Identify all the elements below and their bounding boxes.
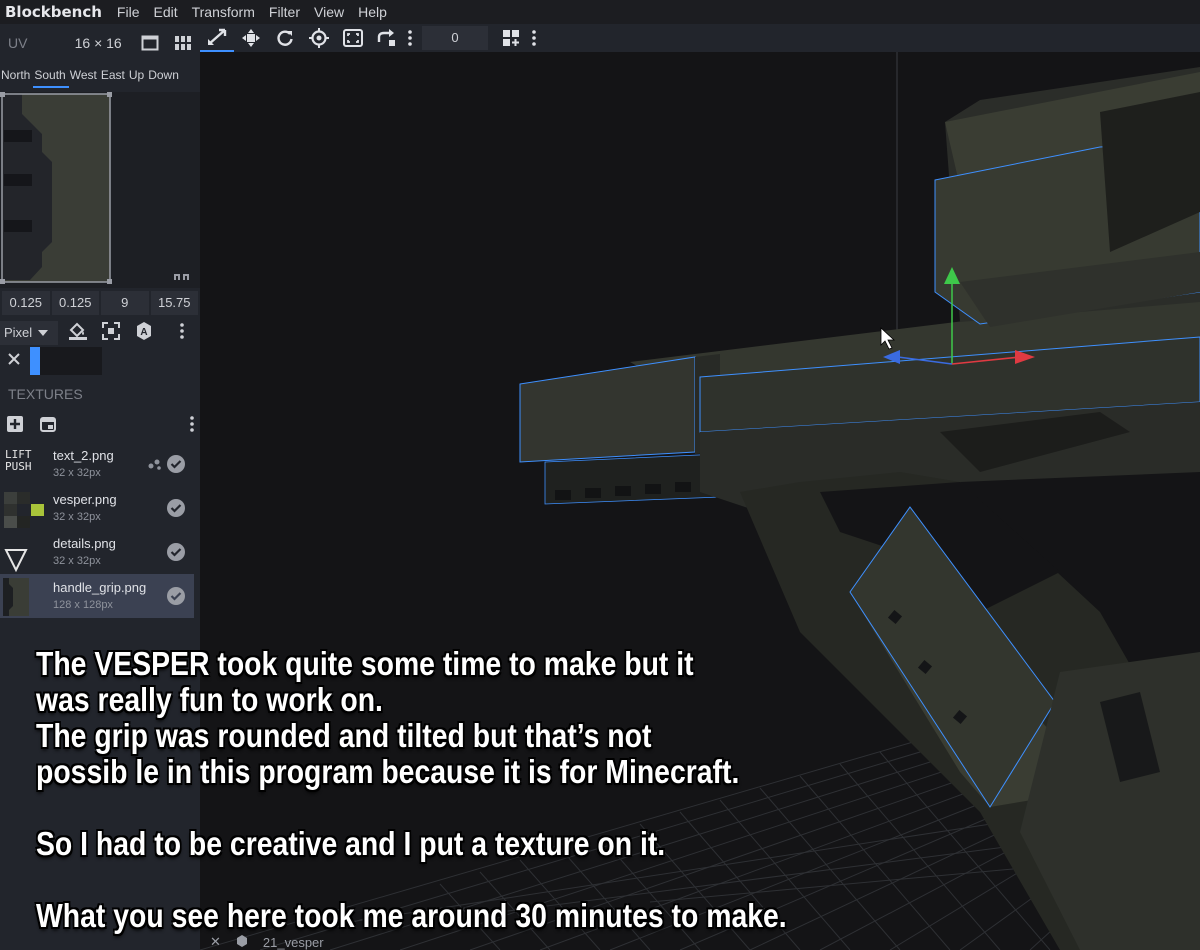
face-tabs: North South West East Up Down [0,66,200,88]
uv-size-label: 16 × 16 [74,35,122,51]
texture-thumbnail [4,549,28,572]
texture-list: LIFT PUSH text_2.png 32 x 32px vesper.png… [0,442,200,618]
caption-line: The grip was rounded and tilted but that… [36,717,652,754]
resize-tool-button[interactable] [336,24,370,52]
texture-thumbnail [4,492,44,528]
resize-icon [343,29,363,47]
translate-tool-button[interactable] [234,24,268,52]
caption-overlay: The VESPER took quite some time to make … [36,646,1154,934]
model-icon [236,935,247,950]
menu-file[interactable]: File [110,4,147,20]
fill-bucket-icon[interactable] [68,322,88,345]
app-logo: Blockbench [5,3,102,21]
texture-thumbnail: LIFTPUSH [5,448,32,473]
texture-item-text-2[interactable]: LIFT PUSH text_2.png 32 x 32px [0,442,194,486]
close-tab-icon[interactable]: ✕ [210,934,221,950]
active-color-swatch[interactable] [30,347,40,375]
uv-title: UV [8,35,28,51]
tab-west[interactable]: West [69,66,100,88]
texture-name: text_2.png [53,448,114,463]
texture-dims: 32 x 32px [53,467,101,479]
viewport-toolbar: 0 [200,24,1200,52]
uv-header: UV 16 × 16 [0,24,200,62]
vertex-snap-button[interactable] [370,24,404,52]
menu-help[interactable]: Help [351,4,394,20]
menu-bar: Blockbench File Edit Transform Filter Vi… [0,0,1200,24]
tab-south[interactable]: South [33,66,69,88]
layout-button[interactable] [494,24,528,52]
tab-east[interactable]: East [100,66,128,88]
add-texture-icon[interactable] [6,415,24,438]
caption-line: The VESPER took quite some time to make … [36,645,694,682]
uv-x-input[interactable]: 0.125 [2,291,50,315]
transform-value-input[interactable]: 0 [422,26,488,50]
menu-edit[interactable]: Edit [146,4,184,20]
model-tab-name[interactable]: 21_vesper [263,935,324,950]
rotate-tool-button[interactable] [268,24,302,52]
caption-line: was really fun to work on. [36,681,383,718]
viewport-options-icon[interactable] [528,30,540,46]
color-row [0,346,200,376]
check-circle-icon[interactable] [166,454,186,479]
uv-editor-canvas[interactable] [0,92,200,288]
texture-dims: 128 x 128px [53,599,113,611]
texture-dims: 32 x 32px [53,511,101,523]
texture-item-handle-grip[interactable]: handle_grip.png 128 x 128px [0,574,194,618]
fullscreen-icon[interactable] [133,35,166,51]
arrows-icon [242,29,260,47]
move-tool-button[interactable] [200,24,234,52]
more-options-icon[interactable] [180,322,184,344]
uv-height-input[interactable]: 15.75 [150,291,198,315]
uv-width-input[interactable]: 9 [101,291,149,315]
check-circle-icon[interactable] [166,586,186,611]
tab-north[interactable]: North [0,66,33,88]
pivot-tool-button[interactable] [302,24,336,52]
paint-mode-value: Pixel [4,325,33,340]
pivot-icon [309,28,329,48]
grid-icon[interactable] [167,36,200,50]
svg-text:PUSH: PUSH [5,460,32,473]
check-circle-icon[interactable] [166,542,186,567]
close-icon[interactable] [8,352,20,370]
menu-filter[interactable]: Filter [262,4,307,20]
color-picker[interactable] [30,347,102,375]
layout-icon [503,30,519,46]
check-circle-icon[interactable] [166,498,186,523]
uv-values: 0.125 0.125 9 15.75 [2,291,198,315]
paint-mode-select[interactable]: Pixel [0,321,58,345]
texture-name: handle_grip.png [53,580,147,595]
texture-name: details.png [53,536,116,551]
texture-thumbnail [3,578,29,616]
caption-line: What you see here took me around 30 minu… [36,897,787,934]
menu-view[interactable]: View [307,4,351,20]
resize-icon[interactable] [102,321,120,345]
texture-item-details[interactable]: details.png 32 x 32px [0,530,194,574]
paint-toolbar: Pixel A [0,320,200,346]
texture-menu-icon[interactable] [190,415,194,437]
textures-toolbar [0,414,200,438]
caption-line: possib le in this program because it is … [36,753,740,790]
uv-y-input[interactable]: 0.125 [51,291,99,315]
particle-icon[interactable] [148,457,162,475]
chevron-down-icon [38,330,49,336]
import-texture-icon[interactable] [40,416,56,437]
texture-dims: 32 x 32px [53,555,101,567]
caption-line: So I had to be creative and I put a text… [36,825,666,862]
svg-text:A: A [140,327,147,338]
snap-icon [377,29,395,46]
tool-options-icon[interactable] [404,30,416,46]
rotate-icon [277,30,293,46]
tab-up[interactable]: Up [128,66,147,88]
tab-down[interactable]: Down [147,66,182,88]
menu-transform[interactable]: Transform [185,4,262,20]
textures-heading: TEXTURES [8,386,83,402]
texture-item-vesper[interactable]: vesper.png 32 x 32px [0,486,194,530]
auto-icon[interactable]: A [134,321,154,346]
status-bar: ✕ 21_vesper [210,934,324,950]
texture-name: vesper.png [53,492,117,507]
move-tool-icon [208,28,227,45]
